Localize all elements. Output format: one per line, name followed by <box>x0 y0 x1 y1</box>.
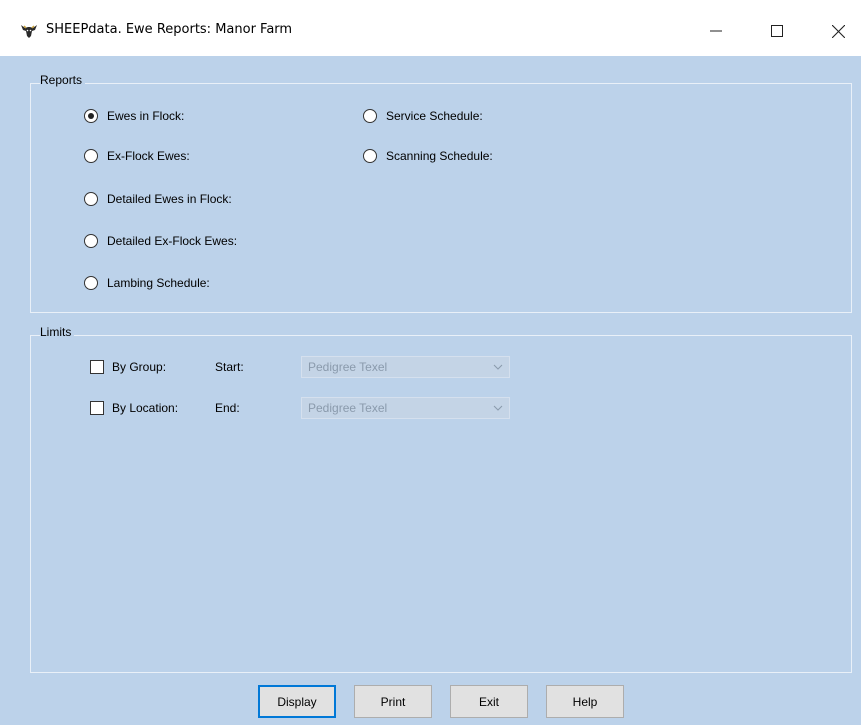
radio-button[interactable] <box>84 234 98 248</box>
sheep-icon <box>21 25 37 38</box>
radio-label: Ex-Flock Ewes: <box>107 149 190 163</box>
checkbox-box[interactable] <box>90 360 104 374</box>
window-title: SHEEPdata. Ewe Reports: Manor Farm <box>46 22 293 37</box>
radio-button[interactable] <box>363 109 377 123</box>
radio-service-schedule[interactable]: Service Schedule: <box>363 106 483 126</box>
ewe-reports-window: SHEEPdata. Ewe Reports: Manor Farm Repor… <box>0 0 861 725</box>
display-button[interactable]: Display <box>258 685 336 718</box>
by-group-checkbox[interactable]: By Group: <box>90 357 166 377</box>
end-group-combobox[interactable]: Pedigree Texel <box>301 397 510 419</box>
title-bar: SHEEPdata. Ewe Reports: Manor Farm <box>0 0 861 56</box>
exit-button[interactable]: Exit <box>450 685 528 718</box>
chevron-down-icon <box>493 405 503 411</box>
radio-label: Lambing Schedule: <box>107 276 210 290</box>
radio-detailed-ex-flock-ewes[interactable]: Detailed Ex-Flock Ewes: <box>84 231 237 251</box>
minimize-button[interactable] <box>693 8 739 54</box>
close-button[interactable] <box>815 8 861 54</box>
radio-label: Scanning Schedule: <box>386 149 493 163</box>
radio-scanning-schedule[interactable]: Scanning Schedule: <box>363 146 493 166</box>
close-icon <box>831 24 845 38</box>
radio-detailed-ewes-in-flock[interactable]: Detailed Ewes in Flock: <box>84 189 232 209</box>
start-label: Start: <box>215 360 244 374</box>
radio-label: Detailed Ewes in Flock: <box>107 192 232 206</box>
combobox-value: Pedigree Texel <box>308 401 388 415</box>
radio-button[interactable] <box>84 149 98 163</box>
radio-ewes-in-flock[interactable]: Ewes in Flock: <box>84 106 184 126</box>
radio-button[interactable] <box>84 276 98 290</box>
radio-ex-flock-ewes[interactable]: Ex-Flock Ewes: <box>84 146 190 166</box>
combobox-value: Pedigree Texel <box>308 360 388 374</box>
limits-group-label: Limits <box>40 325 75 339</box>
radio-button-selected[interactable] <box>84 109 98 123</box>
by-location-checkbox[interactable]: By Location: <box>90 398 178 418</box>
radio-button[interactable] <box>84 192 98 206</box>
checkbox-label: By Location: <box>112 401 179 415</box>
maximize-button[interactable] <box>754 8 800 54</box>
help-button[interactable]: Help <box>546 685 624 718</box>
checkbox-label: By Group: <box>112 360 167 374</box>
radio-label: Detailed Ex-Flock Ewes: <box>107 234 238 248</box>
maximize-icon <box>771 25 783 37</box>
radio-label: Ewes in Flock: <box>107 109 185 123</box>
minimize-icon <box>710 30 722 32</box>
limits-groupbox <box>30 335 852 673</box>
checkbox-box[interactable] <box>90 401 104 415</box>
radio-lambing-schedule[interactable]: Lambing Schedule: <box>84 273 210 293</box>
start-group-combobox[interactable]: Pedigree Texel <box>301 356 510 378</box>
reports-group-label: Reports <box>40 73 86 87</box>
print-button[interactable]: Print <box>354 685 432 718</box>
chevron-down-icon <box>493 364 503 370</box>
end-label: End: <box>215 401 240 415</box>
radio-label: Service Schedule: <box>386 109 483 123</box>
radio-button[interactable] <box>363 149 377 163</box>
